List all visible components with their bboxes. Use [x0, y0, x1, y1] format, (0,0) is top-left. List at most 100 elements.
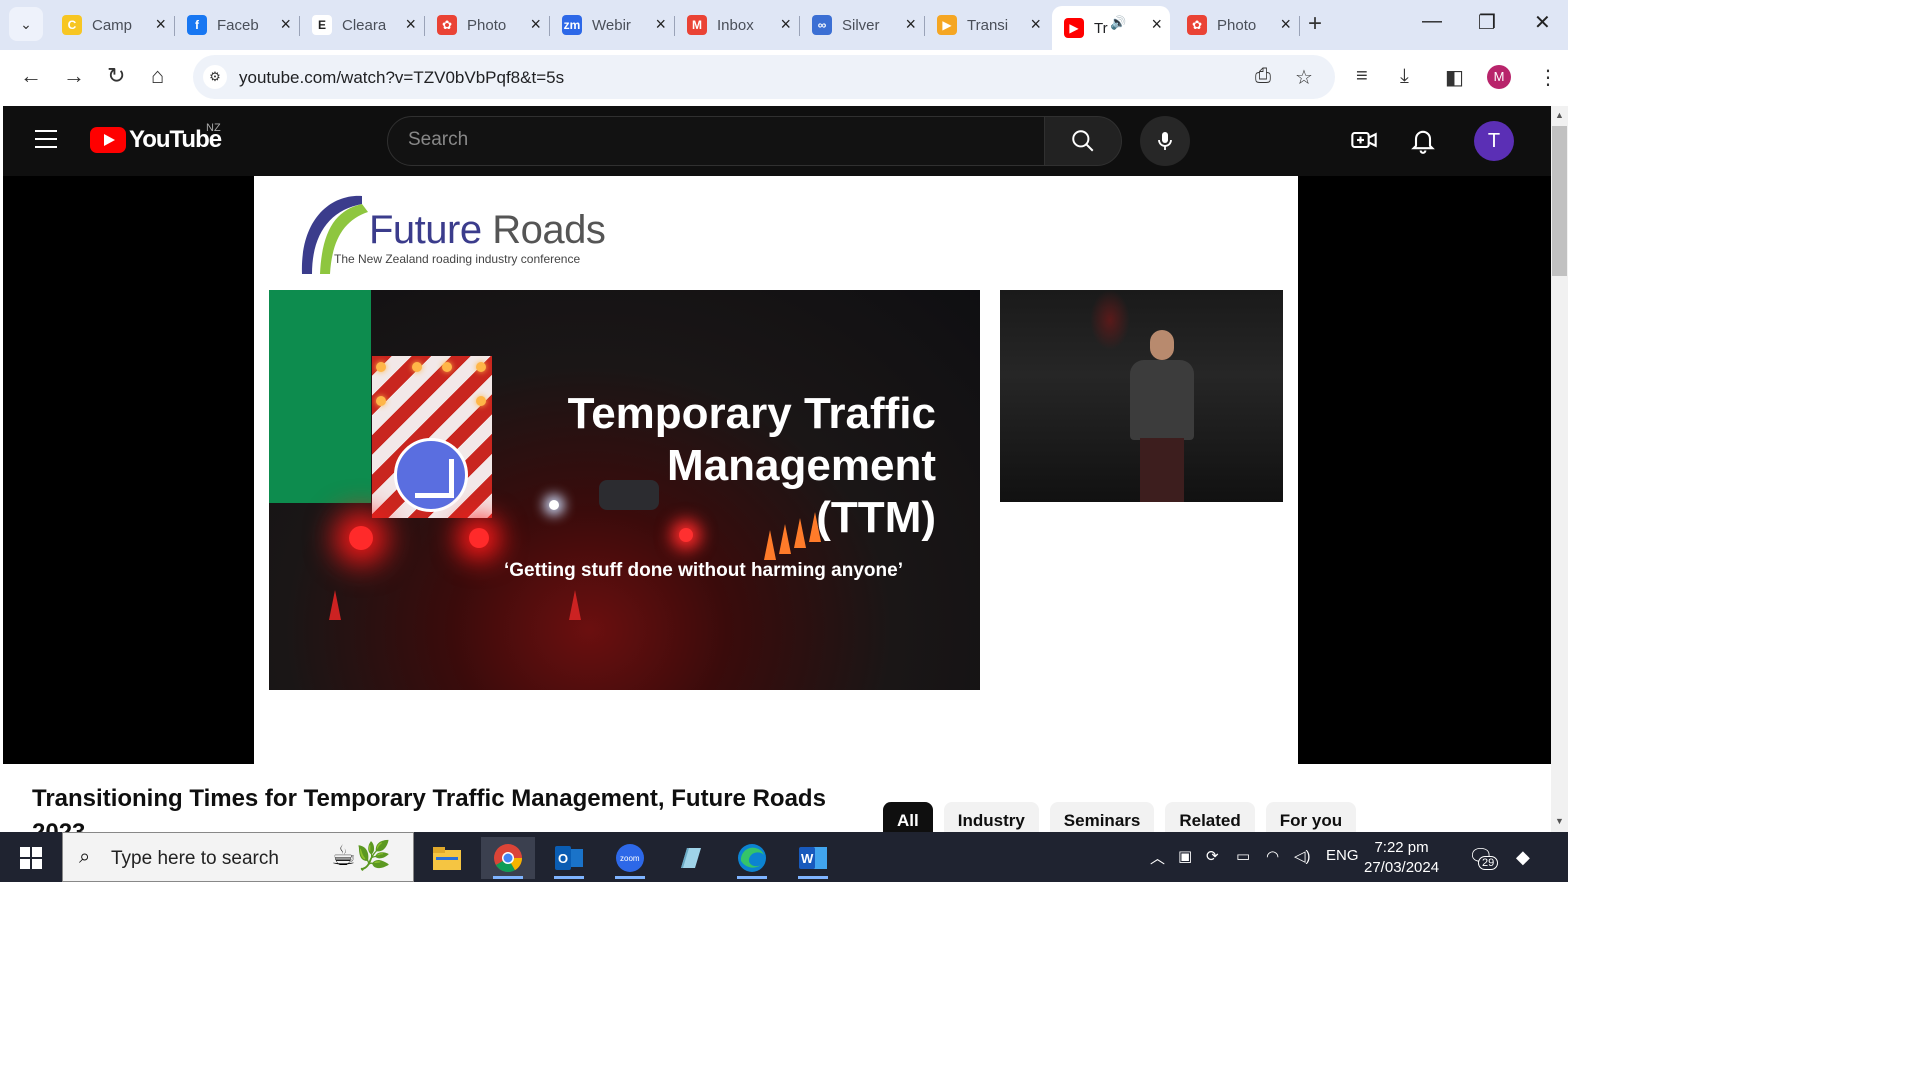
voice-search-button[interactable] — [1140, 116, 1190, 166]
tab-audio-icon[interactable]: 🔊 — [1110, 15, 1126, 31]
word-icon[interactable]: W — [786, 837, 840, 879]
media-controls-icon[interactable]: ≡ — [1356, 65, 1368, 88]
meet-now-icon[interactable]: ▣ — [1178, 847, 1192, 865]
close-tab-icon[interactable]: × — [1030, 14, 1041, 35]
close-tab-icon[interactable]: × — [780, 14, 791, 35]
scrollbar-thumb[interactable] — [1552, 126, 1567, 276]
tab-title: Silver — [842, 16, 880, 34]
below-player: Transitioning Times for Temporary Traffi… — [3, 764, 1551, 846]
new-tab-button[interactable]: + — [1308, 10, 1322, 38]
tab-title: Faceb — [217, 16, 259, 34]
notes-icon[interactable] — [664, 837, 718, 879]
youtube-icon: ▶ — [1064, 18, 1084, 38]
video-player[interactable]: Future Roads The New Zealand roading ind… — [3, 176, 1551, 764]
browser-tab[interactable]: ✿ Photo × — [1175, 6, 1300, 44]
tab-title: Photo — [1217, 16, 1257, 34]
close-tab-icon[interactable]: × — [1280, 14, 1291, 35]
slide-title-line1: Temporary Traffic — [567, 389, 936, 438]
downloads-icon[interactable]: ⤓ — [1400, 65, 1409, 88]
address-bar[interactable]: ⚙ youtube.com/watch?v=TZV0bVbPqf8&t=5s ⎙… — [193, 55, 1335, 99]
link-icon: ∞ — [812, 15, 832, 35]
clock[interactable]: 7:22 pm 27/03/2024 — [1364, 838, 1439, 878]
browser-tab[interactable]: C Camp × — [50, 6, 175, 44]
side-panel-icon[interactable]: ◧ — [1445, 65, 1464, 90]
search-icon — [1072, 130, 1094, 152]
browser-tab[interactable]: zm Webir × — [550, 6, 675, 44]
profile-avatar[interactable]: M — [1487, 65, 1511, 89]
copilot-icon[interactable]: ◆ — [1516, 847, 1530, 868]
bookmark-star-icon[interactable]: ☆ — [1295, 65, 1313, 90]
svg-text:W: W — [801, 851, 814, 866]
browser-tab[interactable]: M Inbox × — [675, 6, 800, 44]
browser-tab[interactable]: ∞ Silver × — [800, 6, 925, 44]
green-accent-bar — [269, 290, 371, 503]
guide-menu-icon[interactable] — [35, 130, 57, 154]
close-tab-icon[interactable]: × — [405, 14, 416, 35]
install-app-icon[interactable]: ⎙ — [1255, 65, 1271, 88]
account-avatar[interactable]: T — [1474, 121, 1514, 161]
campaign-monitor-icon: C — [62, 15, 82, 35]
browser-toolbar: ← → ↻ ⌂ ⚙ youtube.com/watch?v=TZV0bVbPqf… — [0, 50, 1568, 106]
gmail-icon: M — [687, 15, 707, 35]
tab-strip: ⌄ C Camp × f Faceb × E Cleara × ✿ Photo × zm Webir × M I… — [0, 0, 1568, 50]
close-tab-icon[interactable]: × — [280, 14, 291, 35]
chrome-icon[interactable] — [481, 837, 535, 879]
home-button[interactable]: ⌂ — [151, 63, 164, 89]
close-tab-icon[interactable]: × — [655, 14, 666, 35]
minimize-button[interactable]: — — [1422, 10, 1442, 33]
volume-icon[interactable]: ◁) — [1294, 847, 1311, 865]
slide-title-line2: Management — [667, 441, 936, 490]
browser-tab[interactable]: ▶ Tr 🔊 × — [1052, 6, 1170, 50]
windows-start-icon[interactable] — [20, 847, 42, 869]
battery-icon[interactable]: ▭ — [1236, 847, 1250, 865]
url-text[interactable]: youtube.com/watch?v=TZV0bVbPqf8&t=5s — [239, 68, 564, 88]
zoom-icon[interactable]: zoom — [603, 837, 657, 879]
close-tab-icon[interactable]: × — [155, 14, 166, 35]
youtube-logo[interactable]: YouTube NZ — [90, 122, 222, 154]
future-roads-logo-swoosh — [301, 195, 368, 274]
menu-kebab-icon[interactable]: ⋮ — [1538, 65, 1558, 90]
conference-subtitle: The New Zealand roading industry confere… — [334, 252, 581, 266]
clock-time: 7:22 pm — [1374, 839, 1429, 856]
speaker-head — [1150, 330, 1174, 360]
tab-title: Camp — [92, 16, 133, 34]
file-explorer-icon[interactable] — [420, 837, 474, 879]
language-indicator[interactable]: ENG — [1326, 847, 1359, 864]
presentation-slide: Future Roads The New Zealand roading ind… — [254, 176, 1298, 764]
restore-button[interactable]: ❐ — [1478, 10, 1496, 35]
browser-tab[interactable]: E Cleara × — [300, 6, 425, 44]
reload-button[interactable]: ↻ — [107, 63, 125, 89]
speaker-camera-inset — [1000, 290, 1283, 502]
notifications-bell-icon[interactable] — [1409, 126, 1437, 159]
back-button[interactable]: ← — [20, 63, 42, 89]
tab-search-button[interactable]: ⌄ — [9, 7, 43, 41]
tab-title: Cleara — [342, 16, 386, 34]
outlook-icon[interactable]: O — [542, 837, 596, 879]
taskbar-search-box[interactable]: ⌕ Type here to search ☕🌿 — [62, 832, 414, 882]
close-window-button[interactable]: ✕ — [1534, 10, 1551, 35]
browser-tab[interactable]: f Faceb × — [175, 6, 300, 44]
slide-title-line3: (TTM) — [816, 493, 936, 542]
search-input[interactable] — [408, 129, 1008, 151]
edge-icon[interactable] — [725, 837, 779, 879]
traffic-night-photo: Temporary Traffic Management (TTM) ‘Gett… — [269, 290, 980, 690]
show-hidden-icons-icon[interactable]: ︿ — [1150, 847, 1165, 868]
create-video-icon[interactable] — [1350, 126, 1378, 159]
wifi-icon[interactable]: ◠ — [1266, 847, 1279, 865]
search-button[interactable] — [1044, 116, 1122, 166]
close-tab-icon[interactable]: × — [530, 14, 541, 35]
browser-tab[interactable]: ▶ Transi × — [925, 6, 1049, 44]
site-settings-icon[interactable]: ⚙ — [203, 65, 227, 89]
tab-title: Webir — [592, 16, 631, 34]
conference-name-part2: Roads — [492, 208, 606, 252]
browser-tab[interactable]: ✿ Photo × — [425, 6, 550, 44]
slide-quote: ‘Getting stuff done without harming anyo… — [504, 560, 903, 581]
country-code: NZ — [206, 122, 221, 134]
conference-name-part1: Future — [369, 208, 482, 252]
page-scrollbar[interactable]: ▲ ▼ — [1551, 106, 1568, 832]
close-tab-icon[interactable]: × — [1151, 14, 1162, 35]
sync-icon[interactable]: ⟳ — [1206, 847, 1219, 865]
clock-date: 27/03/2024 — [1364, 859, 1440, 876]
forward-button[interactable]: → — [63, 63, 85, 89]
close-tab-icon[interactable]: × — [905, 14, 916, 35]
